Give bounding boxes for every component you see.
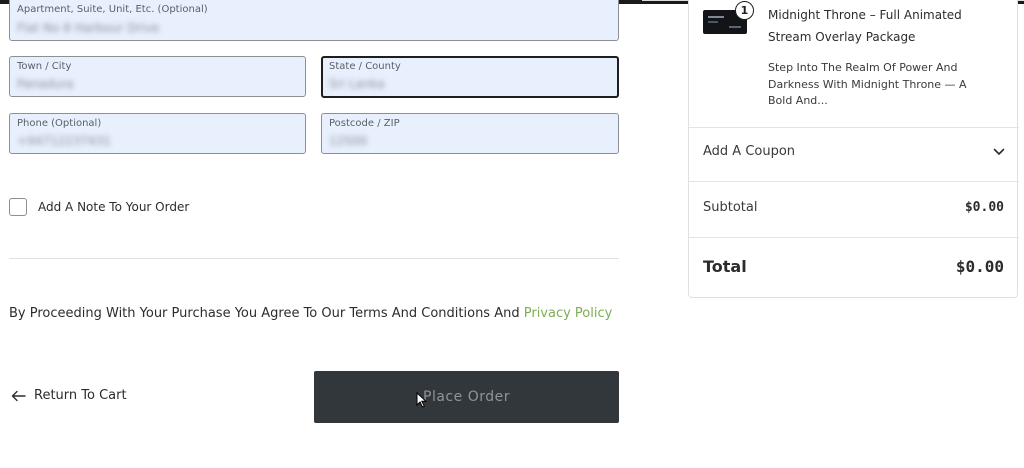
form-divider <box>9 258 619 259</box>
postcode-value: 12500 <box>329 134 368 148</box>
product-description: Step Into The Realm Of Power And Darknes… <box>768 61 967 107</box>
town-value: Panadura <box>17 77 74 91</box>
state-field[interactable]: State / County Sri Lanka <box>321 56 619 98</box>
coupon-toggle[interactable]: Add A Coupon <box>703 144 1005 159</box>
chevron-down-icon <box>993 148 1005 155</box>
place-order-label: Place Order <box>423 389 510 405</box>
subtotal-row: Subtotal $0.00 <box>703 200 1004 215</box>
summary-divider <box>689 237 1019 238</box>
quantity-badge: 1 <box>735 1 754 20</box>
arrow-left-icon <box>11 390 26 401</box>
postcode-field[interactable]: Postcode / ZIP 12500 <box>321 113 619 154</box>
apartment-value: Flat No 8 Harbour Drive <box>17 21 160 35</box>
town-field[interactable]: Town / City Panadura <box>9 56 306 97</box>
subtotal-label: Subtotal <box>703 200 758 215</box>
terms-text: By Proceeding With Your Purchase You Agr… <box>9 306 612 321</box>
apartment-field[interactable]: Apartment, Suite, Unit, Etc. (Optional) … <box>9 0 619 41</box>
place-order-button[interactable]: Place Order <box>314 371 619 423</box>
subtotal-value: $0.00 <box>964 200 1004 215</box>
return-to-cart-label: Return To Cart <box>34 388 127 403</box>
phone-label: Phone (Optional) <box>17 118 102 129</box>
state-label: State / County <box>329 61 401 72</box>
total-value: $0.00 <box>955 257 1004 276</box>
terms-statement: By Proceeding With Your Purchase You Agr… <box>9 306 524 321</box>
state-value: Sri Lanka <box>329 77 385 91</box>
privacy-policy-link[interactable]: Privacy Policy <box>524 306 613 321</box>
product-name: Midnight Throne – Full Animated Stream O… <box>768 8 962 44</box>
coupon-label: Add A Coupon <box>703 144 796 159</box>
total-row: Total $0.00 <box>703 257 1004 276</box>
order-note-checkbox[interactable] <box>9 198 27 216</box>
order-note-label[interactable]: Add A Note To Your Order <box>38 200 189 214</box>
postcode-label: Postcode / ZIP <box>329 118 400 129</box>
town-label: Town / City <box>17 61 72 72</box>
order-summary: 1 Midnight Throne – Full Animated Stream… <box>688 0 1019 298</box>
return-to-cart-link[interactable]: Return To Cart <box>11 388 127 403</box>
phone-value: +94712237431 <box>17 134 112 148</box>
summary-divider <box>689 127 1019 128</box>
apartment-label: Apartment, Suite, Unit, Etc. (Optional) <box>17 4 208 15</box>
phone-field[interactable]: Phone (Optional) +94712237431 <box>9 113 306 154</box>
summary-divider <box>689 181 1019 182</box>
mouse-pointer-icon <box>416 392 427 408</box>
total-label: Total <box>703 257 747 276</box>
